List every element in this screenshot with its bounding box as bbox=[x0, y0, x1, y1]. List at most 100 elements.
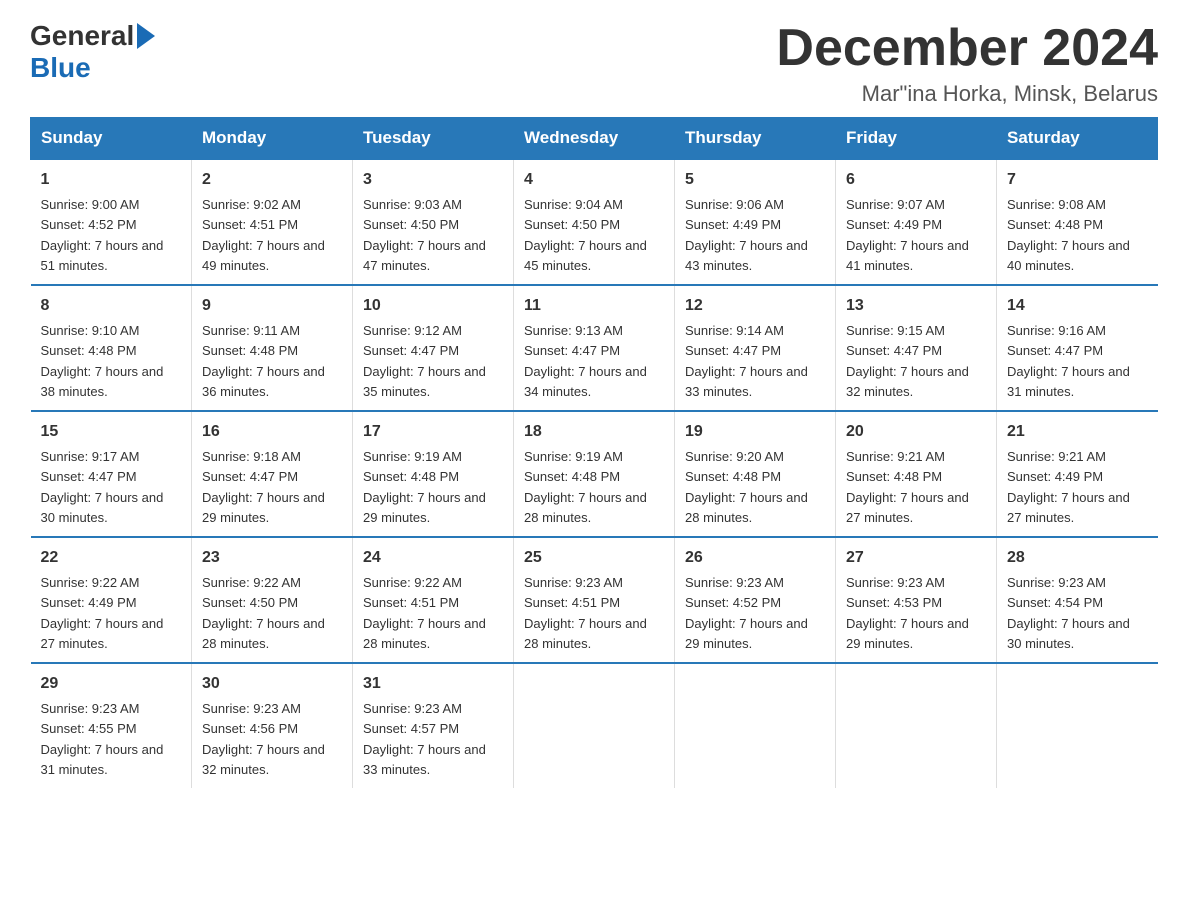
day-number: 12 bbox=[685, 294, 825, 318]
day-number: 26 bbox=[685, 546, 825, 570]
calendar-cell: 27Sunrise: 9:23 AMSunset: 4:53 PMDayligh… bbox=[836, 537, 997, 663]
day-number: 7 bbox=[1007, 168, 1148, 192]
day-info: Sunrise: 9:23 AMSunset: 4:51 PMDaylight:… bbox=[524, 575, 647, 651]
calendar-cell: 2 Sunrise: 9:02 AMSunset: 4:51 PMDaylight… bbox=[192, 159, 353, 285]
day-number: 30 bbox=[202, 672, 342, 696]
calendar-cell: 4 Sunrise: 9:04 AMSunset: 4:50 PMDaylight… bbox=[514, 159, 675, 285]
day-info: Sunrise: 9:07 AMSunset: 4:49 PMDaylight:… bbox=[846, 197, 969, 273]
day-info: Sunrise: 9:23 AMSunset: 4:55 PMDaylight:… bbox=[41, 701, 164, 777]
calendar-header-row: SundayMondayTuesdayWednesdayThursdayFrid… bbox=[31, 118, 1158, 160]
day-info: Sunrise: 9:22 AMSunset: 4:49 PMDaylight:… bbox=[41, 575, 164, 651]
column-header-wednesday: Wednesday bbox=[514, 118, 675, 160]
calendar-cell: 8Sunrise: 9:10 AMSunset: 4:48 PMDaylight… bbox=[31, 285, 192, 411]
day-info: Sunrise: 9:23 AMSunset: 4:56 PMDaylight:… bbox=[202, 701, 325, 777]
column-header-monday: Monday bbox=[192, 118, 353, 160]
day-number: 16 bbox=[202, 420, 342, 444]
day-number: 10 bbox=[363, 294, 503, 318]
calendar-cell bbox=[514, 663, 675, 788]
logo: General Blue bbox=[30, 20, 155, 84]
calendar-cell: 5 Sunrise: 9:06 AMSunset: 4:49 PMDaylight… bbox=[675, 159, 836, 285]
day-info: Sunrise: 9:18 AMSunset: 4:47 PMDaylight:… bbox=[202, 449, 325, 525]
day-info: Sunrise: 9:02 AMSunset: 4:51 PMDaylight:… bbox=[202, 197, 325, 273]
column-header-thursday: Thursday bbox=[675, 118, 836, 160]
day-info: Sunrise: 9:03 AMSunset: 4:50 PMDaylight:… bbox=[363, 197, 486, 273]
calendar-cell: 21 Sunrise: 9:21 AMSunset: 4:49 PMDayligh… bbox=[997, 411, 1158, 537]
calendar-cell: 30 Sunrise: 9:23 AMSunset: 4:56 PMDayligh… bbox=[192, 663, 353, 788]
day-info: Sunrise: 9:22 AMSunset: 4:50 PMDaylight:… bbox=[202, 575, 325, 651]
day-info: Sunrise: 9:13 AMSunset: 4:47 PMDaylight:… bbox=[524, 323, 647, 399]
day-number: 23 bbox=[202, 546, 342, 570]
calendar-cell: 12 Sunrise: 9:14 AMSunset: 4:47 PMDayligh… bbox=[675, 285, 836, 411]
calendar-cell: 3Sunrise: 9:03 AMSunset: 4:50 PMDaylight… bbox=[353, 159, 514, 285]
day-number: 28 bbox=[1007, 546, 1148, 570]
day-number: 20 bbox=[846, 420, 986, 444]
day-number: 24 bbox=[363, 546, 503, 570]
calendar-cell: 18 Sunrise: 9:19 AMSunset: 4:48 PMDayligh… bbox=[514, 411, 675, 537]
day-number: 31 bbox=[363, 672, 503, 696]
column-header-tuesday: Tuesday bbox=[353, 118, 514, 160]
day-number: 27 bbox=[846, 546, 986, 570]
calendar-cell: 9 Sunrise: 9:11 AMSunset: 4:48 PMDaylight… bbox=[192, 285, 353, 411]
calendar-cell: 24 Sunrise: 9:22 AMSunset: 4:51 PMDayligh… bbox=[353, 537, 514, 663]
calendar-cell: 25Sunrise: 9:23 AMSunset: 4:51 PMDayligh… bbox=[514, 537, 675, 663]
day-info: Sunrise: 9:16 AMSunset: 4:47 PMDaylight:… bbox=[1007, 323, 1130, 399]
day-number: 14 bbox=[1007, 294, 1148, 318]
day-info: Sunrise: 9:00 AMSunset: 4:52 PMDaylight:… bbox=[41, 197, 164, 273]
calendar-cell: 1 Sunrise: 9:00 AMSunset: 4:52 PMDaylight… bbox=[31, 159, 192, 285]
day-number: 29 bbox=[41, 672, 182, 696]
calendar-cell bbox=[997, 663, 1158, 788]
day-number: 21 bbox=[1007, 420, 1148, 444]
logo-general-text: General bbox=[30, 20, 134, 52]
calendar-cell: 7 Sunrise: 9:08 AMSunset: 4:48 PMDaylight… bbox=[997, 159, 1158, 285]
day-number: 6 bbox=[846, 168, 986, 192]
column-header-sunday: Sunday bbox=[31, 118, 192, 160]
day-info: Sunrise: 9:22 AMSunset: 4:51 PMDaylight:… bbox=[363, 575, 486, 651]
day-number: 5 bbox=[685, 168, 825, 192]
day-info: Sunrise: 9:23 AMSunset: 4:52 PMDaylight:… bbox=[685, 575, 808, 651]
calendar-cell: 22Sunrise: 9:22 AMSunset: 4:49 PMDayligh… bbox=[31, 537, 192, 663]
column-header-friday: Friday bbox=[836, 118, 997, 160]
day-info: Sunrise: 9:21 AMSunset: 4:49 PMDaylight:… bbox=[1007, 449, 1130, 525]
day-info: Sunrise: 9:23 AMSunset: 4:54 PMDaylight:… bbox=[1007, 575, 1130, 651]
month-title: December 2024 bbox=[776, 20, 1158, 77]
calendar-week-row: 1 Sunrise: 9:00 AMSunset: 4:52 PMDaylight… bbox=[31, 159, 1158, 285]
location-title: Mar"ina Horka, Minsk, Belarus bbox=[776, 81, 1158, 107]
day-info: Sunrise: 9:14 AMSunset: 4:47 PMDaylight:… bbox=[685, 323, 808, 399]
calendar-cell: 17 Sunrise: 9:19 AMSunset: 4:48 PMDayligh… bbox=[353, 411, 514, 537]
day-info: Sunrise: 9:15 AMSunset: 4:47 PMDaylight:… bbox=[846, 323, 969, 399]
calendar-table: SundayMondayTuesdayWednesdayThursdayFrid… bbox=[30, 117, 1158, 788]
logo-blue-text: Blue bbox=[30, 52, 91, 84]
calendar-cell bbox=[675, 663, 836, 788]
day-number: 18 bbox=[524, 420, 664, 444]
day-info: Sunrise: 9:04 AMSunset: 4:50 PMDaylight:… bbox=[524, 197, 647, 273]
day-number: 4 bbox=[524, 168, 664, 192]
day-number: 8 bbox=[41, 294, 182, 318]
calendar-week-row: 22Sunrise: 9:22 AMSunset: 4:49 PMDayligh… bbox=[31, 537, 1158, 663]
calendar-cell: 26 Sunrise: 9:23 AMSunset: 4:52 PMDayligh… bbox=[675, 537, 836, 663]
day-number: 15 bbox=[41, 420, 182, 444]
calendar-cell: 13 Sunrise: 9:15 AMSunset: 4:47 PMDayligh… bbox=[836, 285, 997, 411]
column-header-saturday: Saturday bbox=[997, 118, 1158, 160]
day-number: 13 bbox=[846, 294, 986, 318]
calendar-week-row: 29 Sunrise: 9:23 AMSunset: 4:55 PMDayligh… bbox=[31, 663, 1158, 788]
day-info: Sunrise: 9:06 AMSunset: 4:49 PMDaylight:… bbox=[685, 197, 808, 273]
day-info: Sunrise: 9:08 AMSunset: 4:48 PMDaylight:… bbox=[1007, 197, 1130, 273]
day-number: 1 bbox=[41, 168, 182, 192]
day-number: 11 bbox=[524, 294, 664, 318]
calendar-week-row: 8Sunrise: 9:10 AMSunset: 4:48 PMDaylight… bbox=[31, 285, 1158, 411]
calendar-cell: 11 Sunrise: 9:13 AMSunset: 4:47 PMDayligh… bbox=[514, 285, 675, 411]
calendar-cell: 14 Sunrise: 9:16 AMSunset: 4:47 PMDayligh… bbox=[997, 285, 1158, 411]
day-number: 17 bbox=[363, 420, 503, 444]
calendar-cell: 31Sunrise: 9:23 AMSunset: 4:57 PMDayligh… bbox=[353, 663, 514, 788]
calendar-cell: 20Sunrise: 9:21 AMSunset: 4:48 PMDayligh… bbox=[836, 411, 997, 537]
day-number: 2 bbox=[202, 168, 342, 192]
calendar-cell: 6 Sunrise: 9:07 AMSunset: 4:49 PMDaylight… bbox=[836, 159, 997, 285]
day-info: Sunrise: 9:19 AMSunset: 4:48 PMDaylight:… bbox=[363, 449, 486, 525]
calendar-cell: 29 Sunrise: 9:23 AMSunset: 4:55 PMDayligh… bbox=[31, 663, 192, 788]
day-info: Sunrise: 9:11 AMSunset: 4:48 PMDaylight:… bbox=[202, 323, 325, 399]
title-block: December 2024 Mar"ina Horka, Minsk, Bela… bbox=[776, 20, 1158, 107]
calendar-cell: 15Sunrise: 9:17 AMSunset: 4:47 PMDayligh… bbox=[31, 411, 192, 537]
page-header: General Blue December 2024 Mar"ina Horka… bbox=[30, 20, 1158, 107]
day-number: 9 bbox=[202, 294, 342, 318]
day-info: Sunrise: 9:19 AMSunset: 4:48 PMDaylight:… bbox=[524, 449, 647, 525]
